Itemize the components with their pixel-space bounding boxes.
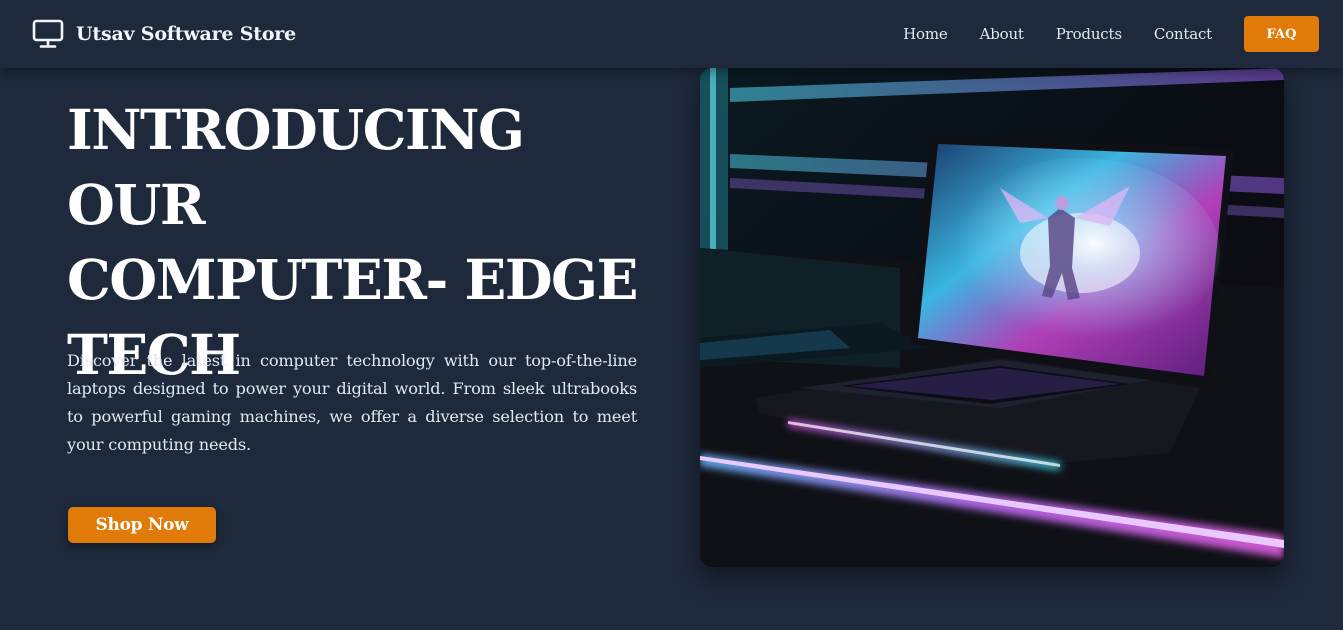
hero-description: Discover the latest in computer technolo… [67, 351, 637, 454]
hero-title-line-1: INTRODUCING OUR [67, 97, 525, 237]
nav-link-home[interactable]: Home [903, 25, 948, 43]
nav-link-about[interactable]: About [980, 25, 1024, 43]
laptop-product-image [700, 68, 1284, 567]
shop-now-button[interactable]: Shop Now [68, 507, 216, 543]
hero-title-line-2: COMPUTER- EDGE [67, 247, 638, 312]
monitor-icon [32, 19, 64, 48]
navbar: Utsav Software Store Home About Products… [0, 0, 1343, 68]
nav-link-contact[interactable]: Contact [1154, 25, 1212, 43]
brand[interactable]: Utsav Software Store [32, 19, 296, 49]
brand-name: Utsav Software Store [76, 23, 297, 45]
nav-link-products[interactable]: Products [1056, 25, 1122, 43]
faq-button[interactable]: FAQ [1244, 16, 1319, 52]
nav-links: Home About Products Contact FAQ [903, 16, 1319, 52]
